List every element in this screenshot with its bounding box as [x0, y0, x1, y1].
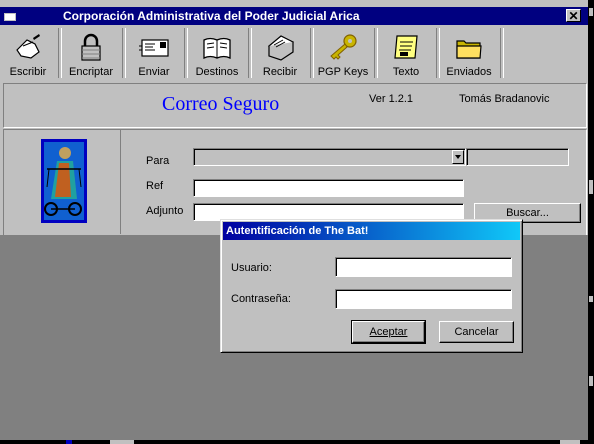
write-hand-icon [16, 34, 40, 59]
toolbar: Escribir Encriptar Enviar Destinos Recib… [0, 26, 588, 82]
toolbar-button-pgp-keys[interactable]: PGP Keys [314, 28, 372, 80]
author-label: Tomás Bradanovic [459, 93, 550, 105]
toolbar-button-recibir[interactable]: Recibir [252, 28, 308, 80]
desktop-edge-mark [66, 440, 72, 444]
chevron-down-icon[interactable] [452, 150, 464, 164]
cancelar-button[interactable]: Cancelar [439, 321, 514, 343]
receive-envelope-icon [267, 35, 295, 61]
toolbar-button-enviados[interactable]: Enviados [440, 28, 498, 80]
toolbar-button-escribir[interactable]: Escribir [2, 28, 54, 80]
toolbar-label: Escribir [9, 66, 47, 78]
version-label: Ver 1.2.1 [369, 93, 414, 105]
desktop-edge-mark [110, 440, 134, 444]
toolbar-label: Enviar [138, 66, 170, 78]
toolbar-button-encriptar[interactable]: Encriptar [62, 28, 120, 80]
padlock-icon [81, 33, 101, 61]
ref-input[interactable] [193, 179, 464, 197]
aceptar-button[interactable]: Aceptar [351, 320, 426, 344]
toolbar-label: Texto [392, 66, 420, 78]
desktop-edge-mark [589, 180, 593, 194]
title-bar[interactable]: Corporación Administrativa del Poder Jud… [0, 7, 588, 25]
toolbar-button-texto[interactable]: Texto [378, 28, 434, 80]
app-title: Correo Seguro [162, 93, 280, 115]
toolbar-button-enviar[interactable]: Enviar [126, 28, 182, 80]
toolbar-label: Destinos [195, 66, 239, 78]
usuario-label: Usuario: [231, 262, 272, 274]
para-combo[interactable] [193, 148, 466, 166]
justice-logo-icon [41, 139, 87, 223]
toolbar-separator [500, 28, 504, 78]
logo-panel [4, 130, 121, 234]
para-extra-field[interactable] [466, 148, 569, 166]
desktop-bottom-edge [0, 440, 594, 444]
close-button[interactable]: ✕ [566, 9, 581, 22]
key-icon [330, 34, 357, 60]
toolbar-label: Enviados [446, 66, 492, 78]
desktop-edge-mark [589, 376, 593, 386]
toolbar-label: Recibir [262, 66, 298, 78]
main-window: Corporación Administrativa del Poder Jud… [0, 0, 588, 440]
adjunto-label: Adjunto [146, 205, 184, 217]
auth-dialog: Autentificación de The Bat! Usuario: Con… [220, 219, 523, 353]
contrasena-label: Contraseña: [231, 293, 291, 305]
aceptar-button-label: Aceptar [369, 326, 408, 338]
app-system-icon[interactable] [4, 10, 16, 21]
toolbar-label: PGP Keys [317, 66, 369, 78]
header-panel: Correo Seguro Ver 1.2.1 Tomás Bradanovic [3, 83, 587, 128]
desktop-edge-mark [560, 440, 580, 444]
dialog-title: Autentificación de The Bat! [226, 225, 369, 237]
send-envelope-icon [139, 39, 169, 57]
ref-label: Ref [146, 180, 164, 192]
window-title: Corporación Administrativa del Poder Jud… [63, 9, 360, 23]
desktop-edge-mark [589, 296, 593, 302]
folder-icon [456, 40, 482, 59]
toolbar-button-destinos[interactable]: Destinos [188, 28, 246, 80]
desktop-edge-mark [589, 8, 593, 16]
para-label: Para [146, 155, 170, 167]
address-book-icon [203, 37, 231, 60]
text-note-icon [394, 35, 418, 59]
toolbar-label: Encriptar [68, 66, 114, 78]
contrasena-input[interactable] [335, 289, 512, 309]
dialog-title-bar[interactable]: Autentificación de The Bat! [223, 222, 520, 240]
usuario-input[interactable] [335, 257, 512, 277]
